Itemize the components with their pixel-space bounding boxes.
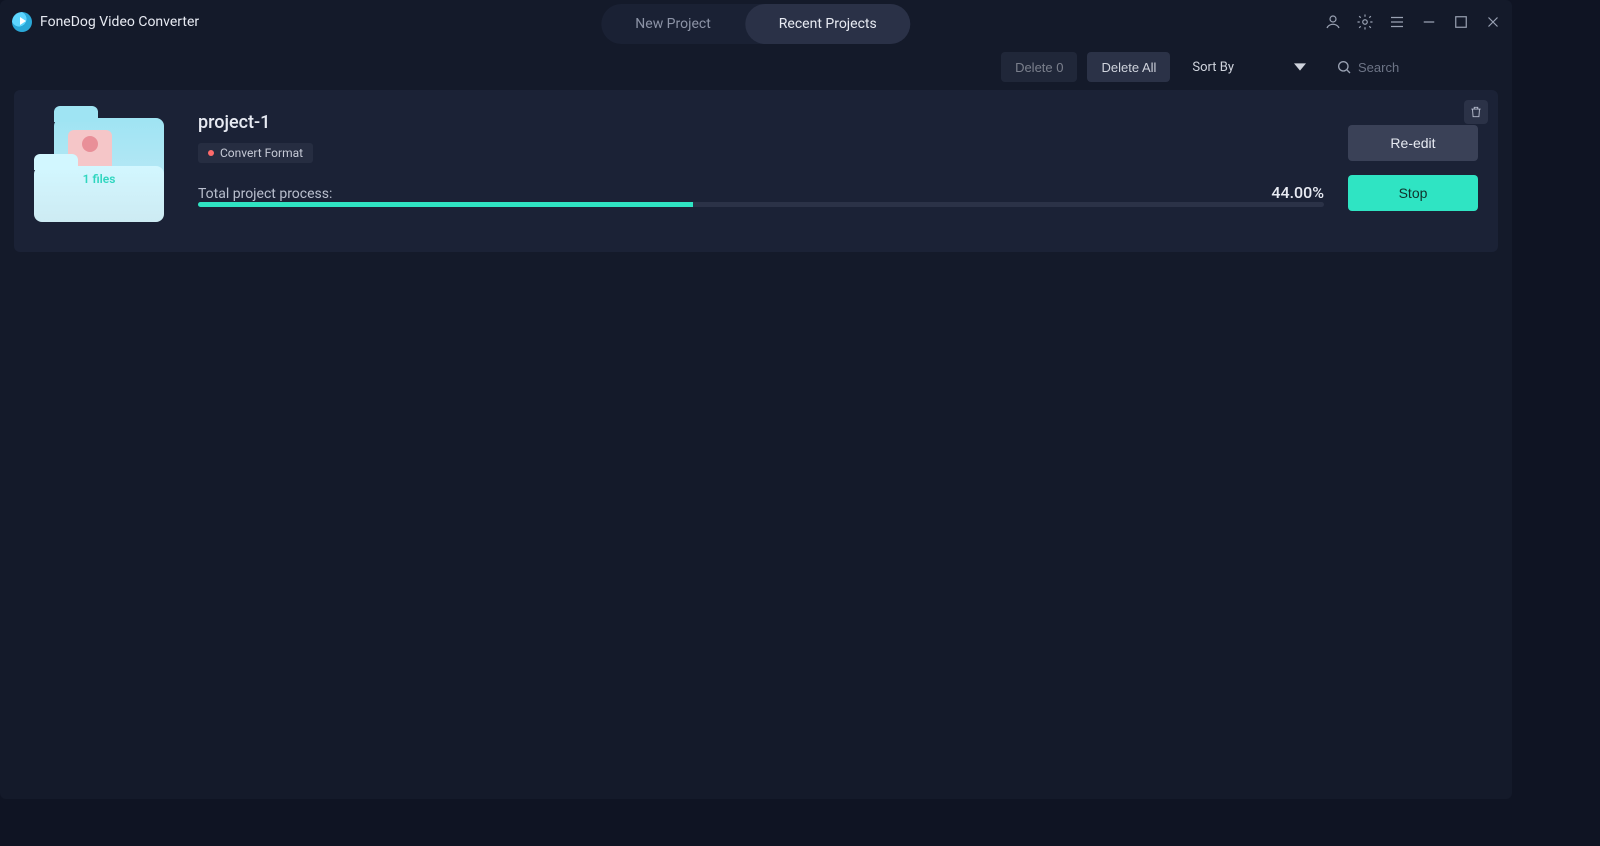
tab-recent-projects[interactable]: Recent Projects [745, 4, 911, 44]
delete-project-button[interactable] [1464, 100, 1488, 124]
sort-label: Sort By [1192, 60, 1234, 75]
project-tag: Convert Format [198, 143, 313, 163]
progress-percent: 44.00% [1271, 183, 1324, 202]
progress-bar [198, 202, 1324, 207]
trash-icon [1469, 105, 1483, 119]
minimize-icon[interactable] [1420, 13, 1438, 31]
chevron-down-icon [1294, 61, 1306, 73]
close-icon[interactable] [1484, 13, 1502, 31]
account-icon[interactable] [1324, 13, 1342, 31]
app-logo-icon [12, 12, 32, 32]
app-title: FoneDog Video Converter [40, 14, 199, 30]
search-input[interactable] [1358, 60, 1478, 75]
menu-icon[interactable] [1388, 13, 1406, 31]
project-title: project-1 [198, 112, 1324, 133]
titlebar: FoneDog Video Converter New Project Rece… [0, 0, 1512, 44]
search-box[interactable] [1328, 52, 1498, 82]
project-tag-label: Convert Format [220, 146, 303, 160]
tab-new-project[interactable]: New Project [601, 4, 745, 44]
project-actions: Re-edit Stop [1348, 108, 1478, 228]
brand: FoneDog Video Converter [12, 12, 199, 32]
sort-dropdown[interactable]: Sort By [1180, 52, 1318, 82]
progress-bar-fill [198, 202, 693, 207]
project-tabs: New Project Recent Projects [601, 4, 910, 44]
reedit-button[interactable]: Re-edit [1348, 125, 1478, 161]
status-dot-icon [208, 150, 214, 156]
delete-button: Delete 0 [1001, 52, 1077, 82]
project-card: 1 files project-1 Convert Format Total p… [14, 90, 1498, 252]
stop-button[interactable]: Stop [1348, 175, 1478, 211]
search-icon [1336, 59, 1352, 75]
file-count: 1 files [34, 172, 164, 186]
gear-icon[interactable] [1356, 13, 1374, 31]
progress-label: Total project process: [198, 186, 332, 202]
maximize-icon[interactable] [1452, 13, 1470, 31]
toolbar: Delete 0 Delete All Sort By [0, 44, 1512, 90]
delete-all-button[interactable]: Delete All [1087, 52, 1170, 82]
project-thumbnail: 1 files [34, 108, 174, 228]
